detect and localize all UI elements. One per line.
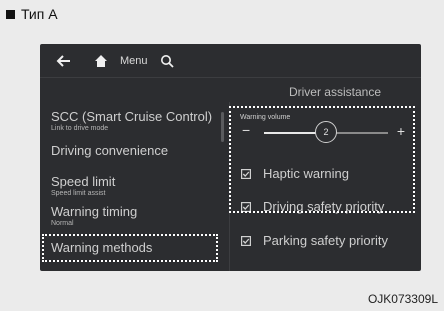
variant-text: Тип А <box>21 6 58 22</box>
menu-item-label: Driving convenience <box>51 143 169 158</box>
menu-item-sublabel: Speed limit assist <box>51 190 106 197</box>
bullet-square-icon <box>6 9 15 19</box>
page-header: Driver assistance <box>40 77 421 103</box>
figure-code: OJK073309L <box>367 292 438 306</box>
menu-item-driving-convenience[interactable]: Driving convenience <box>51 143 168 158</box>
page-title: Driver assistance <box>288 85 381 99</box>
menu-item-label: Speed limit <box>51 174 116 189</box>
menu-button[interactable]: Menu <box>120 55 148 67</box>
variant-label: Тип А <box>6 6 58 22</box>
option-label: Parking safety priority <box>263 233 388 248</box>
top-bar: Menu <box>40 44 421 77</box>
search-icon[interactable] <box>160 54 174 68</box>
selected-item-highlight <box>42 234 218 262</box>
menu-item-warning-timing[interactable]: Warning timing Normal <box>51 204 137 227</box>
checkbox-checked-icon[interactable] <box>241 235 251 246</box>
menu-scrollbar[interactable] <box>221 112 224 142</box>
menu-item-label: SCC (Smart Cruise Control) <box>51 109 213 124</box>
menu-item-sublabel: Normal <box>51 220 74 227</box>
infotainment-screen: Menu Driver assistance SCC (Smart Cruise… <box>40 44 421 271</box>
menu-item-scc[interactable]: SCC (Smart Cruise Control) Link to drive… <box>51 109 212 132</box>
option-parking-safety-priority[interactable]: Parking safety priority <box>241 233 388 248</box>
settings-menu-list: SCC (Smart Cruise Control) Link to drive… <box>40 102 226 271</box>
menu-item-label: Warning timing <box>51 204 138 219</box>
warning-settings-highlight <box>229 106 415 213</box>
menu-item-sublabel: Link to drive mode <box>51 125 109 132</box>
home-icon[interactable] <box>94 54 108 68</box>
menu-item-speed-limit[interactable]: Speed limit Speed limit assist <box>51 174 115 197</box>
back-arrow-icon[interactable] <box>56 53 72 69</box>
